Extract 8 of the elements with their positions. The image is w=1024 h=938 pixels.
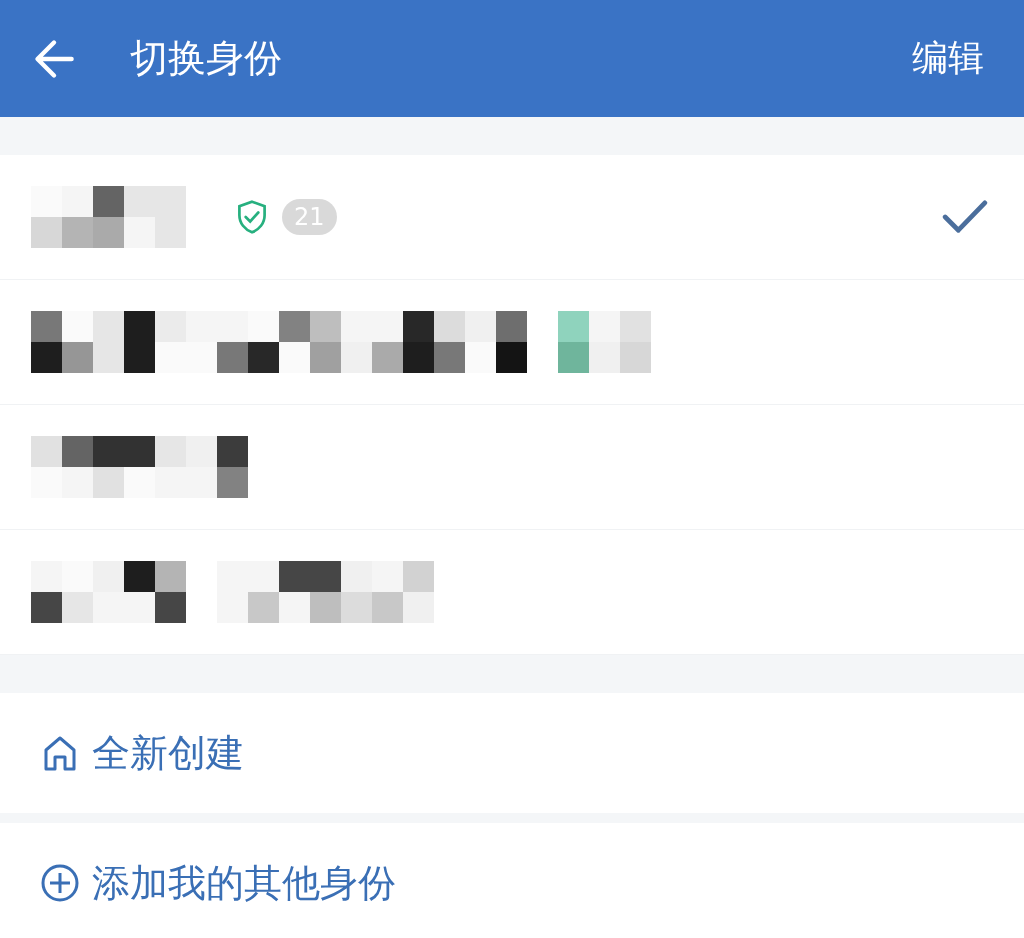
action-label: 全新创建	[92, 729, 244, 777]
action-row[interactable]: 全新创建	[0, 693, 1024, 813]
plus-circle-icon	[40, 863, 80, 903]
edit-button[interactable]: 编辑	[912, 34, 984, 83]
page-title: 切换身份	[130, 35, 282, 82]
action-row[interactable]: 添加我的其他身份	[0, 823, 1024, 938]
checkmark-icon	[942, 200, 988, 234]
action-label: 添加我的其他身份	[92, 859, 396, 907]
